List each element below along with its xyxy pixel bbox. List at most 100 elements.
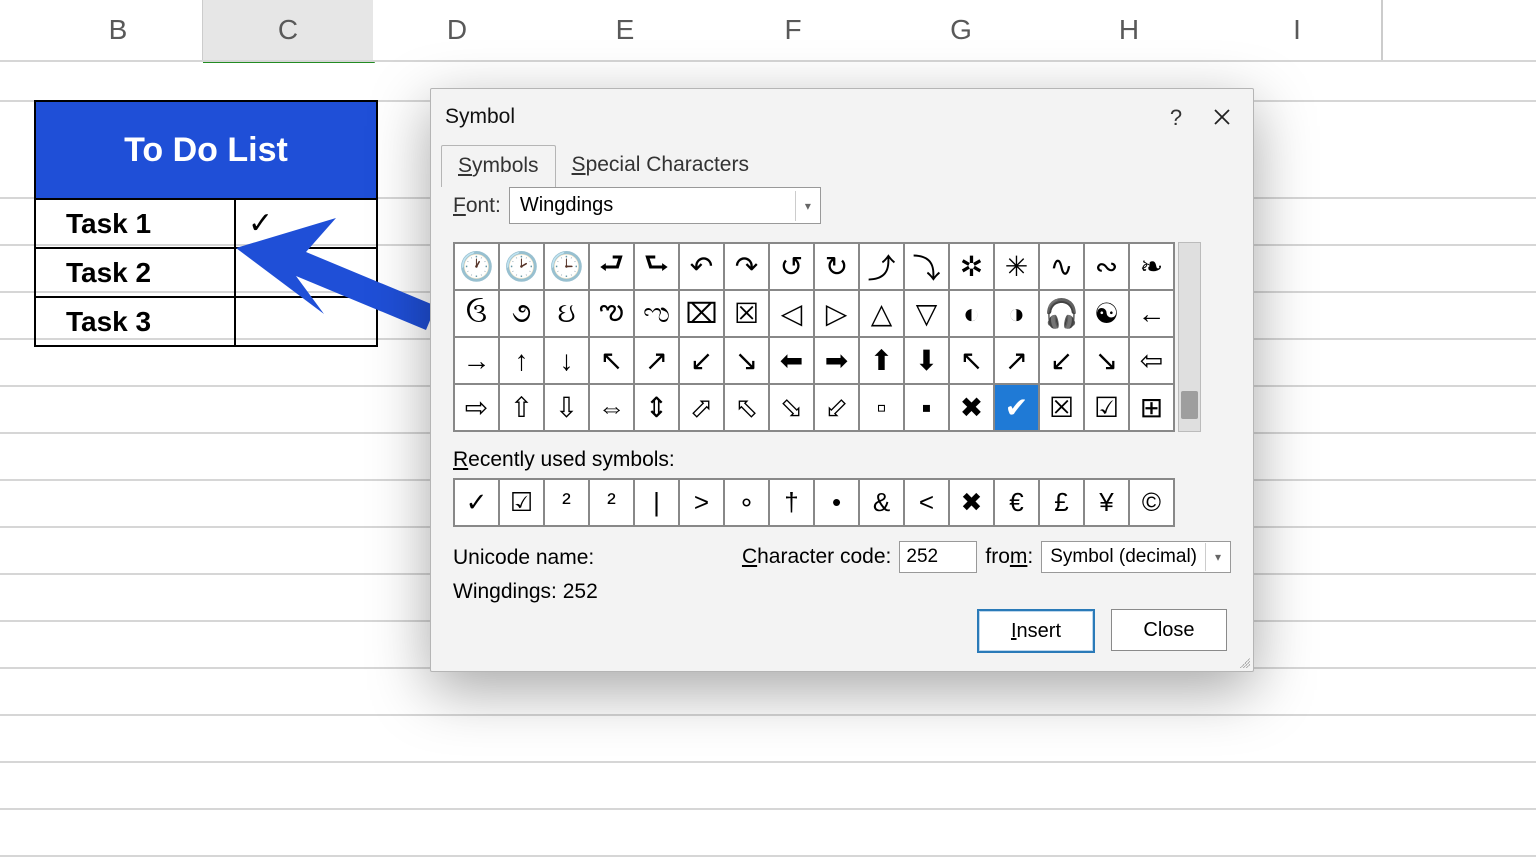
symbol-cell[interactable]: ◐	[949, 290, 994, 337]
symbol-cell[interactable]: ⇔	[589, 384, 634, 431]
close-button[interactable]: Close	[1111, 609, 1227, 651]
symbol-cell[interactable]: ↙	[679, 337, 724, 384]
symbol-cell[interactable]: ↘	[724, 337, 769, 384]
symbol-cell[interactable]: 🕐	[454, 243, 499, 290]
chevron-down-icon[interactable]: ▾	[795, 191, 820, 221]
symbol-cell[interactable]: ↗	[994, 337, 1039, 384]
symbol-cell[interactable]: ❧	[1129, 243, 1174, 290]
symbol-cell[interactable]: ↑	[499, 337, 544, 384]
recent-symbol-cell[interactable]: †	[769, 479, 814, 526]
symbol-cell[interactable]: ⇦	[1129, 337, 1174, 384]
symbol-cell[interactable]: ⬀	[679, 384, 724, 431]
recent-symbol-cell[interactable]: ©	[1129, 479, 1174, 526]
symbol-cell[interactable]: ⌧	[679, 290, 724, 337]
column-header-F[interactable]: F	[709, 0, 879, 62]
symbol-cell[interactable]: ⇨	[454, 384, 499, 431]
recent-symbol-cell[interactable]: |	[634, 479, 679, 526]
column-header-I[interactable]: I	[1213, 0, 1383, 62]
scroll-thumb[interactable]	[1181, 391, 1198, 419]
symbol-cell[interactable]: ◁	[769, 290, 814, 337]
recent-symbol-cell[interactable]: €	[994, 479, 1039, 526]
column-header-B[interactable]: B	[34, 0, 204, 62]
symbol-cell[interactable]: ☒	[724, 290, 769, 337]
symbol-cell[interactable]: ▪	[904, 384, 949, 431]
tab-special-characters[interactable]: Special Characters	[556, 145, 765, 187]
symbol-cell[interactable]: ⇩	[544, 384, 589, 431]
recent-symbol-cell[interactable]: >	[679, 479, 724, 526]
symbol-cell[interactable]: ↘	[1084, 337, 1129, 384]
symbol-cell[interactable]: ▽	[904, 290, 949, 337]
recent-symbol-cell[interactable]: •	[814, 479, 859, 526]
symbol-cell[interactable]: ⇕	[634, 384, 679, 431]
insert-button[interactable]: Insert	[977, 609, 1095, 653]
symbol-cell[interactable]: ⮑	[634, 243, 679, 290]
symbol-cell[interactable]: ↙	[1039, 337, 1084, 384]
symbol-cell[interactable]: ⬆	[859, 337, 904, 384]
task-label[interactable]: Task 2	[36, 249, 236, 296]
symbol-cell[interactable]: ఌ	[589, 290, 634, 337]
symbol-cell[interactable]: ↓	[544, 337, 589, 384]
symbol-cell[interactable]: ⮐	[589, 243, 634, 290]
symbol-cell[interactable]: ▷	[814, 290, 859, 337]
symbol-cell[interactable]: ⬂	[769, 384, 814, 431]
recent-symbol-cell[interactable]: ☑	[499, 479, 544, 526]
help-button[interactable]: ?	[1161, 105, 1191, 131]
recent-symbol-cell[interactable]: ²	[589, 479, 634, 526]
recent-symbol-cell[interactable]: ✓	[454, 479, 499, 526]
symbol-cell[interactable]: →	[454, 337, 499, 384]
symbol-cell[interactable]: ⊞	[1129, 384, 1174, 431]
recent-symbol-cell[interactable]: ²	[544, 479, 589, 526]
recent-symbol-cell[interactable]: <	[904, 479, 949, 526]
symbol-cell[interactable]: 🕑	[499, 243, 544, 290]
symbol-cell[interactable]: ૭	[499, 290, 544, 337]
symbol-cell[interactable]: △	[859, 290, 904, 337]
from-dropdown[interactable]: Symbol (decimal) ▾	[1041, 541, 1231, 573]
symbol-cell[interactable]: ←	[1129, 290, 1174, 337]
symbol-cell[interactable]: ⇧	[499, 384, 544, 431]
symbol-cell[interactable]: ☯	[1084, 290, 1129, 337]
symbol-cell[interactable]: ⤴	[859, 243, 904, 290]
close-icon[interactable]	[1207, 102, 1237, 132]
symbol-cell[interactable]: ◑	[994, 290, 1039, 337]
recent-symbol-cell[interactable]: ✖	[949, 479, 994, 526]
symbol-cell[interactable]: ↺	[769, 243, 814, 290]
font-dropdown[interactable]: ▾	[509, 187, 821, 224]
font-input[interactable]	[510, 188, 795, 223]
task-value-cell[interactable]	[236, 249, 376, 296]
symbol-cell[interactable]: ▫	[859, 384, 904, 431]
recent-symbol-cell[interactable]: ∘	[724, 479, 769, 526]
symbol-cell[interactable]: ↖	[589, 337, 634, 384]
recent-symbol-cell[interactable]: &	[859, 479, 904, 526]
symbol-cell[interactable]: ಌ	[634, 290, 679, 337]
tab-symbols[interactable]: Symbols	[441, 145, 556, 187]
symbol-cell[interactable]: ☑	[1084, 384, 1129, 431]
column-header-D[interactable]: D	[373, 0, 543, 62]
symbol-cell[interactable]: ☒	[1039, 384, 1084, 431]
column-header-E[interactable]: E	[541, 0, 711, 62]
symbol-cell[interactable]: ✲	[949, 243, 994, 290]
symbol-cell[interactable]: ⬃	[814, 384, 859, 431]
task-value-cell[interactable]	[236, 298, 376, 345]
column-header-C[interactable]: C	[203, 0, 375, 63]
symbol-cell[interactable]: ∾	[1084, 243, 1129, 290]
resize-handle[interactable]	[1237, 655, 1251, 669]
task-value-cell[interactable]: ✓	[236, 200, 376, 247]
symbol-cell[interactable]: ઇ	[544, 290, 589, 337]
task-label[interactable]: Task 1	[36, 200, 236, 247]
symbol-cell[interactable]: ↷	[724, 243, 769, 290]
symbol-cell[interactable]: 🕒	[544, 243, 589, 290]
symbol-cell[interactable]: ⬇	[904, 337, 949, 384]
symbol-cell[interactable]: ⬁	[724, 384, 769, 431]
charcode-input[interactable]	[899, 541, 977, 573]
symbol-cell[interactable]: 🎧	[1039, 290, 1084, 337]
symbol-cell[interactable]: ✳	[994, 243, 1039, 290]
recent-symbol-cell[interactable]: £	[1039, 479, 1084, 526]
symbol-cell[interactable]: ↗	[634, 337, 679, 384]
column-header-H[interactable]: H	[1045, 0, 1215, 62]
symbol-cell[interactable]: ↻	[814, 243, 859, 290]
symbol-cell[interactable]: ∿	[1039, 243, 1084, 290]
symbol-cell[interactable]: ઉ	[454, 290, 499, 337]
symbol-cell[interactable]: ⤵	[904, 243, 949, 290]
symbol-cell[interactable]: ↖	[949, 337, 994, 384]
symbol-cell[interactable]: ➡	[814, 337, 859, 384]
